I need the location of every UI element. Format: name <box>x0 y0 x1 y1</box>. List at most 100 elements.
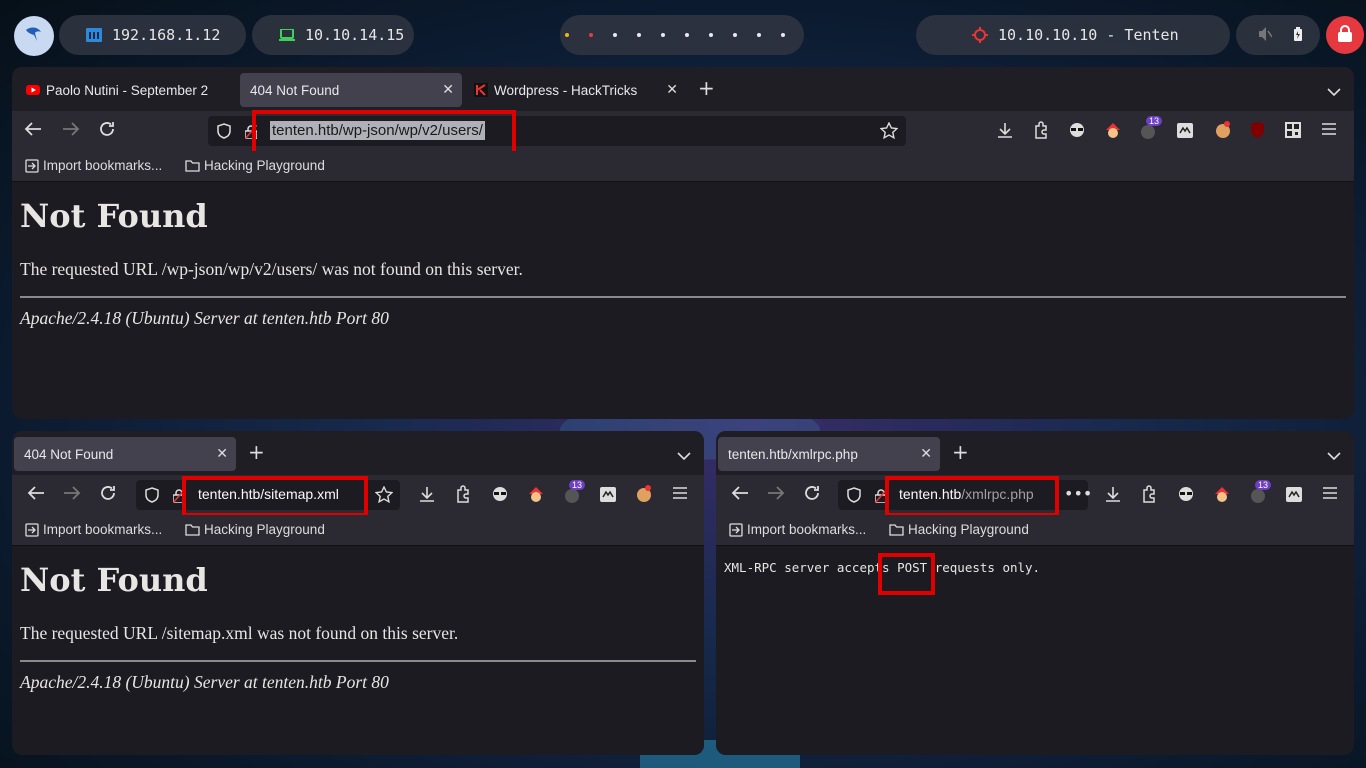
bookmark-import[interactable]: Import bookmarks... <box>729 522 866 537</box>
wordpress-extension-icon[interactable] <box>1250 488 1266 504</box>
workspace-dot[interactable] <box>733 33 737 37</box>
wordpress-extension-icon[interactable] <box>564 488 580 504</box>
lock-screen-button[interactable] <box>1326 16 1364 54</box>
bookmarks-bar: Import bookmarks... Hacking Playground <box>716 515 1354 546</box>
shield-icon[interactable] <box>145 487 159 507</box>
wappalyzer-mask-icon[interactable] <box>1177 486 1195 502</box>
folder-icon <box>185 160 200 172</box>
workspace-dot[interactable] <box>613 33 617 37</box>
volume-muted-icon[interactable] <box>1258 26 1273 46</box>
workspace-dot[interactable] <box>781 33 785 37</box>
wappalyzer-mask-icon[interactable] <box>1068 122 1086 138</box>
workspace-dot[interactable] <box>709 33 713 37</box>
close-tab-icon[interactable]: ✕ <box>216 445 228 462</box>
workspace-dot[interactable] <box>661 33 665 37</box>
foxyproxy-icon[interactable] <box>1286 487 1302 502</box>
new-tab-icon[interactable]: + <box>698 78 715 98</box>
bookmark-label: Import bookmarks... <box>43 522 163 537</box>
santa-extension-icon[interactable] <box>1104 122 1122 138</box>
workspace-dot[interactable] <box>589 33 593 37</box>
bookmark-label: Hacking Playground <box>204 158 325 173</box>
extensions-icon[interactable] <box>1141 485 1157 503</box>
reload-icon[interactable] <box>100 485 116 501</box>
folder-icon <box>185 524 200 536</box>
bookmark-hacking-playground[interactable]: Hacking Playground <box>185 522 325 537</box>
extensions-icon[interactable] <box>1033 121 1049 139</box>
chevron-down-icon[interactable] <box>677 445 691 464</box>
forward-arrow-icon[interactable] <box>767 485 785 501</box>
system-tray[interactable] <box>1236 15 1320 55</box>
extensions-icon[interactable] <box>455 485 471 503</box>
workspace-dot[interactable] <box>757 33 761 37</box>
workspace-switcher[interactable] <box>560 15 804 55</box>
divider <box>20 660 696 662</box>
local-ip-text: 192.168.1.12 <box>112 26 221 44</box>
tab-404-not-found[interactable]: 404 Not Found ✕ <box>240 73 462 107</box>
reload-icon[interactable] <box>804 485 820 501</box>
chevron-down-icon[interactable] <box>1327 445 1341 464</box>
tab-404-not-found[interactable]: 404 Not Found ✕ <box>14 437 236 471</box>
battery-icon[interactable] <box>1294 27 1302 45</box>
cookie-editor-icon[interactable] <box>1214 121 1232 139</box>
downloads-icon[interactable] <box>419 486 435 502</box>
local-ip-widget[interactable]: 192.168.1.12 <box>59 15 246 55</box>
page-heading: Not Found <box>20 561 208 599</box>
tab-youtube[interactable]: Paolo Nutini - September 2 <box>16 73 238 107</box>
workspace-dot[interactable] <box>565 33 569 37</box>
tab-hacktricks[interactable]: Wordpress - HackTricks ✕ <box>464 73 686 107</box>
bookmark-star-icon[interactable] <box>375 486 393 503</box>
qr-code-icon[interactable] <box>1285 122 1301 138</box>
vpn-ip-widget[interactable]: 10.10.14.15 <box>252 15 414 55</box>
cookie-editor-icon[interactable] <box>635 485 653 503</box>
highlight-box <box>182 476 368 517</box>
forward-arrow-icon[interactable] <box>62 121 80 137</box>
chevron-down-icon[interactable] <box>1327 81 1341 100</box>
vpn-ip-text: 10.10.14.15 <box>305 26 405 44</box>
back-arrow-icon[interactable] <box>24 121 42 137</box>
tab-xmlrpc[interactable]: tenten.htb/xmlrpc.php ✕ <box>718 437 940 471</box>
new-tab-icon[interactable]: + <box>248 442 265 462</box>
downloads-icon[interactable] <box>1105 486 1121 502</box>
crosshair-icon <box>972 27 988 43</box>
back-arrow-icon[interactable] <box>731 485 749 501</box>
app-launcher-button[interactable] <box>14 16 54 56</box>
workspace-dot[interactable] <box>637 33 641 37</box>
error-message: The requested URL /sitemap.xml was not f… <box>20 623 459 643</box>
page-content: Not Found The requested URL /wp-json/wp/… <box>12 182 1354 419</box>
bookmark-star-icon[interactable] <box>879 121 899 143</box>
shield-icon[interactable] <box>217 123 231 143</box>
workspace-dot[interactable] <box>685 33 689 37</box>
browser-window-top: Paolo Nutini - September 2 404 Not Found… <box>12 67 1354 419</box>
bookmark-label: Hacking Playground <box>204 522 325 537</box>
wordpress-extension-icon[interactable] <box>1140 124 1156 140</box>
santa-extension-icon[interactable] <box>527 486 545 502</box>
bookmark-import[interactable]: Import bookmarks... <box>25 522 162 537</box>
foxyproxy-icon[interactable] <box>1177 123 1193 138</box>
page-content: XML-RPC server accepts POST requests onl… <box>716 546 1354 755</box>
wappalyzer-mask-icon[interactable] <box>491 486 509 502</box>
foxyproxy-icon[interactable] <box>600 487 616 502</box>
back-arrow-icon[interactable] <box>27 485 45 501</box>
hamburger-menu-icon[interactable] <box>673 487 687 499</box>
more-actions-icon[interactable]: ••• <box>1064 484 1092 503</box>
forward-arrow-icon[interactable] <box>63 485 81 501</box>
santa-extension-icon[interactable] <box>1213 486 1231 502</box>
shield-icon[interactable] <box>847 487 861 507</box>
target-text: 10.10.10.10 - Tenten <box>998 26 1179 44</box>
hamburger-menu-icon[interactable] <box>1323 487 1337 499</box>
close-tab-icon[interactable]: ✕ <box>920 445 932 462</box>
bookmark-hacking-playground[interactable]: Hacking Playground <box>889 522 1029 537</box>
hamburger-menu-icon[interactable] <box>1322 123 1336 135</box>
ublock-icon[interactable] <box>1250 121 1265 139</box>
bookmark-hacking-playground[interactable]: Hacking Playground <box>185 158 325 173</box>
bookmark-import[interactable]: Import bookmarks... <box>25 158 162 173</box>
close-tab-icon[interactable]: ✕ <box>666 81 678 98</box>
bookmarks-bar: Import bookmarks... Hacking Playground <box>12 515 704 546</box>
reload-icon[interactable] <box>99 121 115 137</box>
bookmark-label: Hacking Playground <box>908 522 1029 537</box>
downloads-icon[interactable] <box>997 122 1013 138</box>
close-tab-icon[interactable]: ✕ <box>442 81 454 98</box>
new-tab-icon[interactable]: + <box>952 442 969 462</box>
target-widget[interactable]: 10.10.10.10 - Tenten <box>916 15 1230 55</box>
highlight-box <box>252 110 516 155</box>
